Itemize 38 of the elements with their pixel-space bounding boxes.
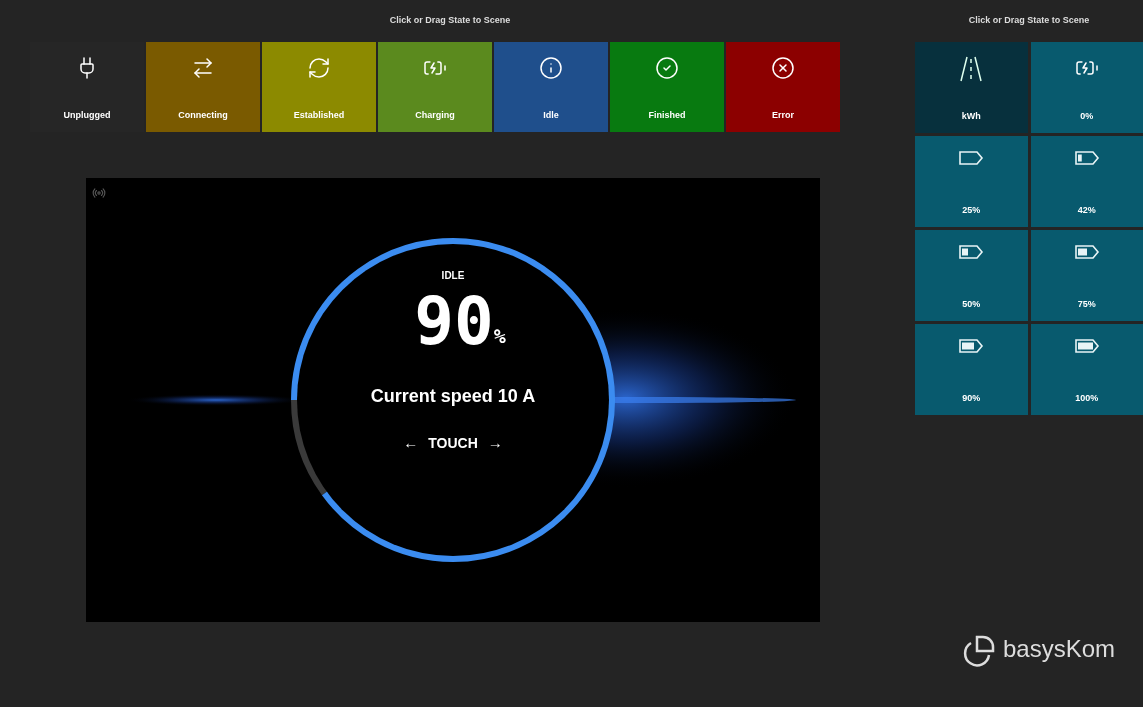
close-circle-icon (771, 56, 795, 80)
state-tile[interactable]: Connecting (146, 42, 260, 132)
arrows-icon (191, 56, 215, 80)
panel-heading: Click or Drag State to Scene (389, 14, 511, 28)
level-tile[interactable]: 90% (915, 324, 1028, 415)
level-tile[interactable]: 75% (1030, 230, 1143, 321)
current-speed: Current speed 10 A (370, 385, 536, 408)
logo-icon (962, 633, 997, 667)
level-tile[interactable]: 25% (915, 136, 1028, 227)
battery-icon (1073, 244, 1100, 260)
touch-label: TOUCH (428, 433, 478, 453)
level-tile[interactable]: 42% (1030, 136, 1143, 227)
state-tile[interactable]: Established (262, 42, 376, 132)
level-tile[interactable]: 100% (1030, 324, 1143, 415)
battery-icon (1073, 338, 1100, 354)
right-arrow: → (487, 433, 503, 453)
signal-icon (92, 186, 106, 200)
road-icon (959, 56, 984, 82)
check-circle-icon (655, 56, 679, 80)
status-label: IDLE (441, 269, 465, 283)
battery-icon (1073, 150, 1100, 166)
state-tile[interactable]: Charging (378, 42, 492, 132)
panel-heading: Click or Drag State to Scene (968, 14, 1090, 28)
left-arrow: ← (403, 433, 419, 453)
logo-text: basysKom (1002, 637, 1115, 661)
charge-percent: 90 (414, 289, 494, 355)
battery-icon (958, 150, 985, 166)
refresh-icon (307, 56, 331, 80)
state-tile[interactable]: Idle (494, 42, 608, 132)
level-tile[interactable]: kWh (915, 42, 1028, 133)
percent-unit: % (493, 324, 506, 350)
info-icon (539, 56, 563, 80)
level-tile[interactable]: 50% (915, 230, 1028, 321)
level-tile[interactable]: 0% (1030, 42, 1143, 133)
state-tile[interactable]: Error (726, 42, 840, 132)
state-tile[interactable]: Finished (610, 42, 724, 132)
battery-icon (958, 244, 985, 260)
battery-icon (958, 338, 985, 354)
